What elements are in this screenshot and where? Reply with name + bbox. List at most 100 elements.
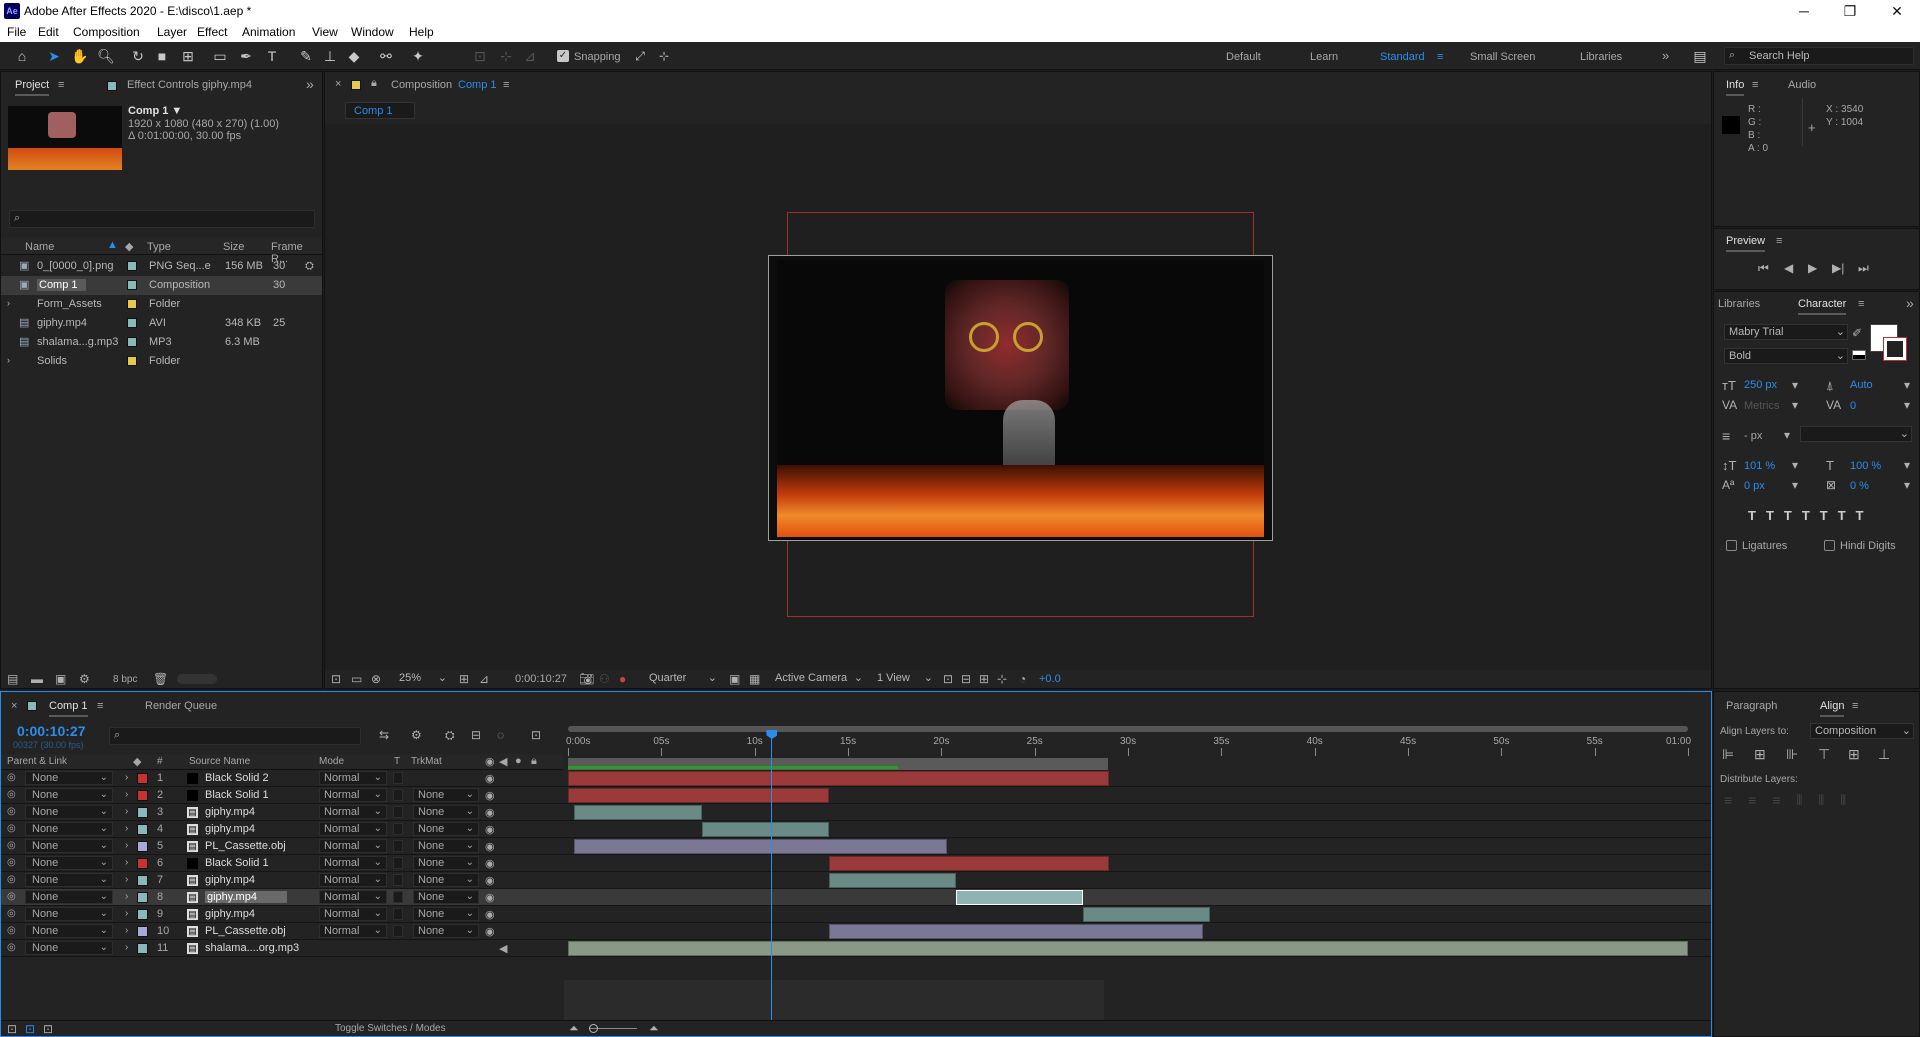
align-center-h-icon[interactable]: ⊞ — [1754, 746, 1766, 763]
font-family-dropdown[interactable]: Mabry Trial ⌄ — [1724, 324, 1848, 340]
preserve-transparency-box[interactable] — [393, 874, 403, 886]
parent-dropdown[interactable]: None ⌄ — [25, 788, 113, 802]
project-search-field[interactable]: ⌕ — [9, 210, 315, 228]
snapping-checkbox[interactable]: ✓ — [557, 50, 569, 62]
tab-composition-name[interactable]: Comp 1 — [458, 79, 497, 91]
layer-duration-bar[interactable] — [956, 890, 1084, 905]
layer-duration-bar[interactable] — [1083, 907, 1211, 922]
mode-dropdown[interactable]: Normal ⌄ — [319, 907, 387, 921]
menu-layer[interactable]: Layer — [157, 25, 187, 39]
mode-dropdown[interactable]: Normal ⌄ — [319, 924, 387, 938]
layer-duration-bar[interactable] — [829, 873, 957, 888]
trkmat-dropdown[interactable]: None ⌄ — [413, 856, 479, 870]
timeline-search-field[interactable]: ⌕ — [109, 727, 361, 745]
preserve-transparency-box[interactable] — [393, 891, 403, 903]
preserve-transparency-box[interactable] — [393, 823, 403, 835]
trkmat-dropdown[interactable]: None ⌄ — [413, 805, 479, 819]
expand-arrow-icon[interactable]: › — [125, 942, 128, 953]
mode-dropdown[interactable]: Normal ⌄ — [319, 805, 387, 819]
parent-dropdown[interactable]: None ⌄ — [25, 924, 113, 938]
frame-blending-icon[interactable]: ⊟ — [471, 728, 481, 742]
audio-toggle-icon[interactable]: ◀ — [499, 755, 507, 768]
menu-help[interactable]: Help — [409, 25, 434, 39]
snap-icon[interactable]: ⤢ — [630, 47, 650, 65]
pickwhip-icon[interactable]: ◎ — [7, 789, 16, 800]
info-menu-icon[interactable]: ≡ — [1752, 79, 1758, 91]
layer-label-swatch[interactable] — [137, 790, 148, 801]
trkmat-dropdown[interactable]: None ⌄ — [413, 924, 479, 938]
rectangle-tool-icon[interactable]: ▭ — [210, 47, 230, 65]
timeline-timecode[interactable]: 0:00:10:27 — [17, 723, 86, 739]
video-eye-icon[interactable]: ◉ — [485, 840, 495, 853]
pickwhip-icon[interactable]: ◎ — [7, 806, 16, 817]
toggle-pixel-aspect-icon[interactable]: ⊡ — [943, 672, 953, 686]
layer-name[interactable]: giphy.mp4 — [205, 806, 255, 818]
expand-arrow-icon[interactable]: › — [7, 298, 10, 308]
layer-duration-bar[interactable] — [568, 788, 830, 803]
channel-icon[interactable]: ● — [619, 672, 626, 686]
tab-composition-label[interactable]: Composition — [391, 79, 452, 91]
layer-name[interactable]: Black Solid 2 — [205, 772, 269, 784]
minimize-button[interactable]: ─ — [1781, 0, 1827, 22]
pickwhip-icon[interactable]: ◎ — [7, 874, 16, 885]
project-settings-icon[interactable]: ⚙ — [79, 672, 90, 686]
timeline-menu-icon[interactable]: ≡ — [97, 700, 103, 712]
label-column-icon[interactable]: ◆ — [125, 240, 133, 253]
kerning-dropdown-icon[interactable]: ▾ — [1792, 398, 1798, 412]
world-axis-icon[interactable]: ⊹ — [496, 47, 516, 65]
eraser-tool-icon[interactable]: ◆ — [344, 47, 364, 65]
pickwhip-icon[interactable]: ◎ — [7, 840, 16, 851]
zoom-out-icon[interactable]: ⏶ — [569, 1021, 579, 1036]
tab-render-queue[interactable]: Render Queue — [145, 700, 217, 712]
mode-dropdown[interactable]: Normal ⌄ — [319, 771, 387, 785]
col-size[interactable]: Size — [223, 241, 244, 253]
project-item[interactable]: › Form_Assets Folder — [1, 295, 322, 314]
vertical-scale-value[interactable]: 101 % — [1744, 460, 1775, 472]
tab-preview[interactable]: Preview — [1726, 235, 1766, 252]
parent-dropdown[interactable]: None ⌄ — [25, 771, 113, 785]
horizontal-scale-value[interactable]: 100 % — [1850, 460, 1881, 472]
draft-3d-icon[interactable]: ⚙ — [411, 728, 422, 742]
swap-colors-icon[interactable] — [1852, 350, 1866, 360]
layer-name[interactable]: giphy.mp4 — [205, 891, 287, 903]
mode-dropdown[interactable]: Normal ⌄ — [319, 788, 387, 802]
label-swatch[interactable] — [127, 261, 137, 271]
expand-arrow-icon[interactable]: › — [125, 874, 128, 885]
col-parent-link[interactable]: Parent & Link — [7, 756, 67, 767]
layer-duration-bar[interactable] — [568, 941, 1688, 956]
flowchart-icon[interactable]: ⊹ — [997, 672, 1007, 686]
selection-tool-icon[interactable]: ➤ — [44, 47, 64, 65]
panel-overflow-icon[interactable]: » — [306, 76, 314, 92]
vscale-dropdown-icon[interactable]: ▾ — [1792, 458, 1798, 472]
hindi-digits-checkbox[interactable] — [1824, 540, 1835, 551]
layer-row[interactable]: ◎ None ⌄ › 7 ▤ giphy.mp4 Normal ⌄ None ⌄ ◉ — [1, 872, 1711, 889]
pickwhip-icon[interactable]: ◎ — [7, 823, 16, 834]
lock-toggle-icon[interactable]: 🔒︎ — [531, 755, 537, 768]
layer-label-swatch[interactable] — [137, 926, 148, 937]
tab-timeline-comp[interactable]: Comp 1 — [49, 700, 88, 717]
motion-blur-icon[interactable]: ◌ — [497, 728, 504, 742]
timeline-icon[interactable]: ⊞ — [979, 672, 989, 686]
pickwhip-icon[interactable]: ◎ — [7, 857, 16, 868]
layer-duration-bar[interactable] — [573, 805, 703, 820]
show-snapshot-icon[interactable]: ⚇ — [599, 672, 610, 686]
col-type[interactable]: Type — [147, 241, 171, 253]
pickwhip-icon[interactable]: ◎ — [7, 772, 16, 783]
layer-name[interactable]: giphy.mp4 — [205, 908, 255, 920]
safe-zones-icon[interactable]: ⊞ — [459, 672, 469, 686]
parent-dropdown[interactable]: None ⌄ — [25, 941, 113, 955]
mode-dropdown[interactable]: Normal ⌄ — [319, 839, 387, 853]
character-menu-icon[interactable]: ≡ — [1858, 298, 1864, 310]
comp-subtab[interactable]: Comp 1 — [345, 102, 415, 119]
transfer-controls-icon[interactable]: ⊡ — [25, 1022, 35, 1036]
layer-duration-bar[interactable] — [829, 856, 1110, 871]
views-dropdown[interactable]: 1 View ⌄ — [873, 671, 935, 687]
last-frame-icon[interactable]: ⏭ — [1858, 261, 1869, 276]
stroke-width-dropdown-icon[interactable]: ▾ — [1784, 428, 1790, 442]
preview-menu-icon[interactable]: ≡ — [1776, 235, 1782, 247]
ligatures-checkbox[interactable] — [1726, 540, 1737, 551]
col-mode[interactable]: Mode — [319, 756, 344, 767]
layer-label-swatch[interactable] — [137, 875, 148, 886]
layer-row[interactable]: ◎ None ⌄ › 8 ▤ giphy.mp4 Normal ⌄ None ⌄ ◉ — [1, 889, 1711, 906]
play-icon[interactable]: ▶ — [1808, 261, 1817, 275]
